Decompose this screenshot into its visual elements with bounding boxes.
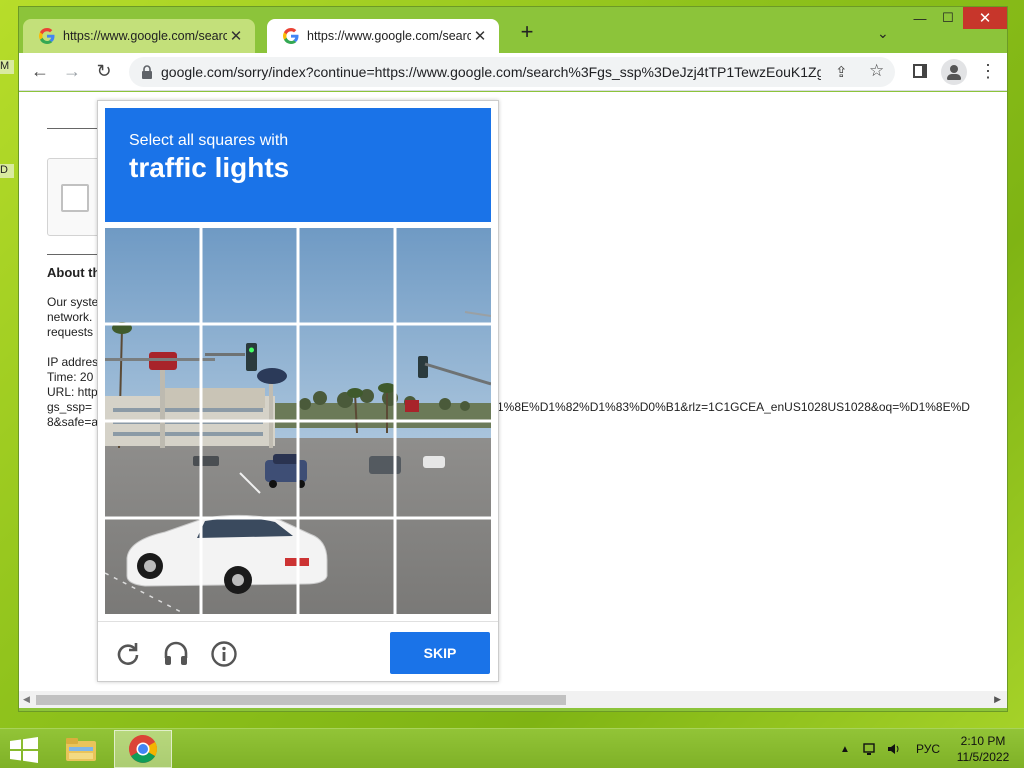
system-clock[interactable]: 2:10 PM 11/5/2022 — [950, 733, 1016, 765]
challenge-instruction: Select all squares with — [129, 132, 289, 149]
recaptcha-checkbox[interactable] — [61, 184, 89, 212]
grid-tile-r3c2[interactable] — [202, 422, 296, 516]
side-panel-icon[interactable] — [913, 64, 927, 78]
recaptcha-checkbox-widget[interactable] — [47, 158, 103, 236]
grid-tile-r2c2[interactable] — [202, 325, 296, 419]
audio-challenge-icon[interactable] — [162, 640, 190, 668]
new-tab-button[interactable]: + — [515, 21, 539, 45]
tab-2[interactable]: https://www.google.com/search?q ✕ — [267, 19, 499, 53]
grid-tile-r1c4[interactable] — [396, 228, 490, 322]
taskbar: ▲ РУС 2:10 PM 11/5/2022 — [0, 728, 1024, 768]
grid-tile-r3c1[interactable] — [105, 422, 199, 516]
minimize-button[interactable]: — — [907, 7, 933, 29]
volume-icon[interactable] — [886, 729, 902, 768]
google-g-icon — [39, 28, 55, 44]
file-explorer-icon — [66, 738, 96, 761]
google-g-icon — [283, 28, 299, 44]
windows-start-icon[interactable] — [8, 737, 40, 763]
long-url-tail: 1%8E%D1%82%D1%83%D0%B1&rlz=1C1GCEA_enUS1… — [497, 400, 970, 414]
grid-tile-r2c3[interactable] — [299, 325, 393, 419]
recaptcha-challenge: Select all squares with traffic lights S… — [97, 100, 499, 682]
address-bar[interactable]: google.com/sorry/index?continue=https://… — [129, 57, 895, 87]
safe-line: 8&safe=a — [47, 415, 99, 429]
grid-tile-r2c1[interactable] — [105, 325, 199, 419]
challenge-target: traffic lights — [129, 152, 290, 183]
url-line: URL: http — [47, 385, 98, 399]
browser-toolbar: ← → ↻ google.com/sorry/index?continue=ht… — [19, 53, 1007, 91]
desktop-icon-m[interactable]: M — [0, 60, 14, 74]
reload-icon[interactable] — [114, 640, 142, 668]
grid-tile-r1c2[interactable] — [202, 228, 296, 322]
clock-date: 11/5/2022 — [956, 750, 1010, 764]
tab-search-chevron-icon[interactable]: ⌄ — [877, 25, 889, 42]
time-line: Time: 20 — [47, 370, 94, 384]
info-icon[interactable] — [210, 640, 238, 668]
chrome-icon — [129, 735, 157, 763]
scroll-left-arrow-icon[interactable]: ◀ — [23, 694, 30, 705]
file-explorer-taskbar-button[interactable] — [52, 730, 110, 768]
lock-icon[interactable] — [141, 65, 153, 79]
grid-tile-r4c1[interactable] — [105, 519, 199, 613]
tab-1[interactable]: https://www.google.com/search?q ✕ — [23, 19, 255, 53]
ip-line: IP addres — [47, 355, 99, 369]
reload-button[interactable]: ↻ — [93, 61, 115, 83]
challenge-image-grid — [105, 228, 491, 614]
tab-bar: https://www.google.com/search?q ✕ https:… — [19, 7, 1007, 53]
grid-tile-r3c4[interactable] — [396, 422, 490, 516]
grid-tile-r3c3[interactable] — [299, 422, 393, 516]
desktop-icon-d[interactable]: D — [0, 164, 14, 178]
scrollbar-thumb[interactable] — [36, 695, 566, 705]
tab-title: https://www.google.com/search?q — [307, 29, 471, 43]
language-indicator[interactable]: РУС — [916, 729, 940, 768]
network-icon[interactable] — [862, 729, 878, 768]
challenge-header: Select all squares with traffic lights — [105, 108, 491, 222]
maximize-button[interactable]: ☐ — [935, 7, 961, 29]
body-line: network. — [47, 310, 93, 324]
horizontal-scrollbar[interactable]: ◀ ▶ — [19, 691, 1007, 708]
about-heading: About th — [47, 265, 101, 280]
profile-avatar-icon[interactable] — [941, 59, 967, 85]
grid-tile-r4c2[interactable] — [202, 519, 296, 613]
body-line: requests — [47, 325, 94, 339]
grid-tile-r1c3[interactable] — [299, 228, 393, 322]
back-button[interactable]: ← — [29, 61, 51, 83]
grid-tile-r4c3[interactable] — [299, 519, 393, 613]
body-line: Our syste — [47, 295, 99, 309]
chrome-taskbar-button[interactable] — [114, 730, 172, 768]
gs-line: gs_ssp= — [47, 400, 93, 414]
menu-kebab-icon[interactable]: ⋮ — [979, 61, 997, 81]
bookmark-star-icon[interactable]: ☆ — [869, 61, 884, 81]
grid-tile-r4c4[interactable] — [396, 519, 490, 613]
grid-tile-r1c1[interactable] — [105, 228, 199, 322]
forward-button[interactable]: → — [61, 61, 83, 83]
close-window-button[interactable]: ✕ — [963, 7, 1007, 29]
challenge-footer: SKIP — [98, 621, 498, 681]
scroll-right-arrow-icon[interactable]: ▶ — [994, 694, 1001, 705]
tab-close-icon[interactable]: ✕ — [471, 27, 489, 45]
clock-time: 2:10 PM — [960, 734, 1006, 748]
grid-tile-r2c4[interactable] — [396, 325, 490, 419]
url-text[interactable]: google.com/sorry/index?continue=https://… — [161, 64, 821, 80]
tab-close-icon[interactable]: ✕ — [227, 27, 245, 45]
tab-title: https://www.google.com/search?q — [63, 29, 227, 43]
show-hidden-icons-chevron-icon[interactable]: ▲ — [840, 729, 850, 768]
skip-button[interactable]: SKIP — [390, 632, 490, 674]
share-icon[interactable]: ⇪ — [835, 63, 848, 81]
